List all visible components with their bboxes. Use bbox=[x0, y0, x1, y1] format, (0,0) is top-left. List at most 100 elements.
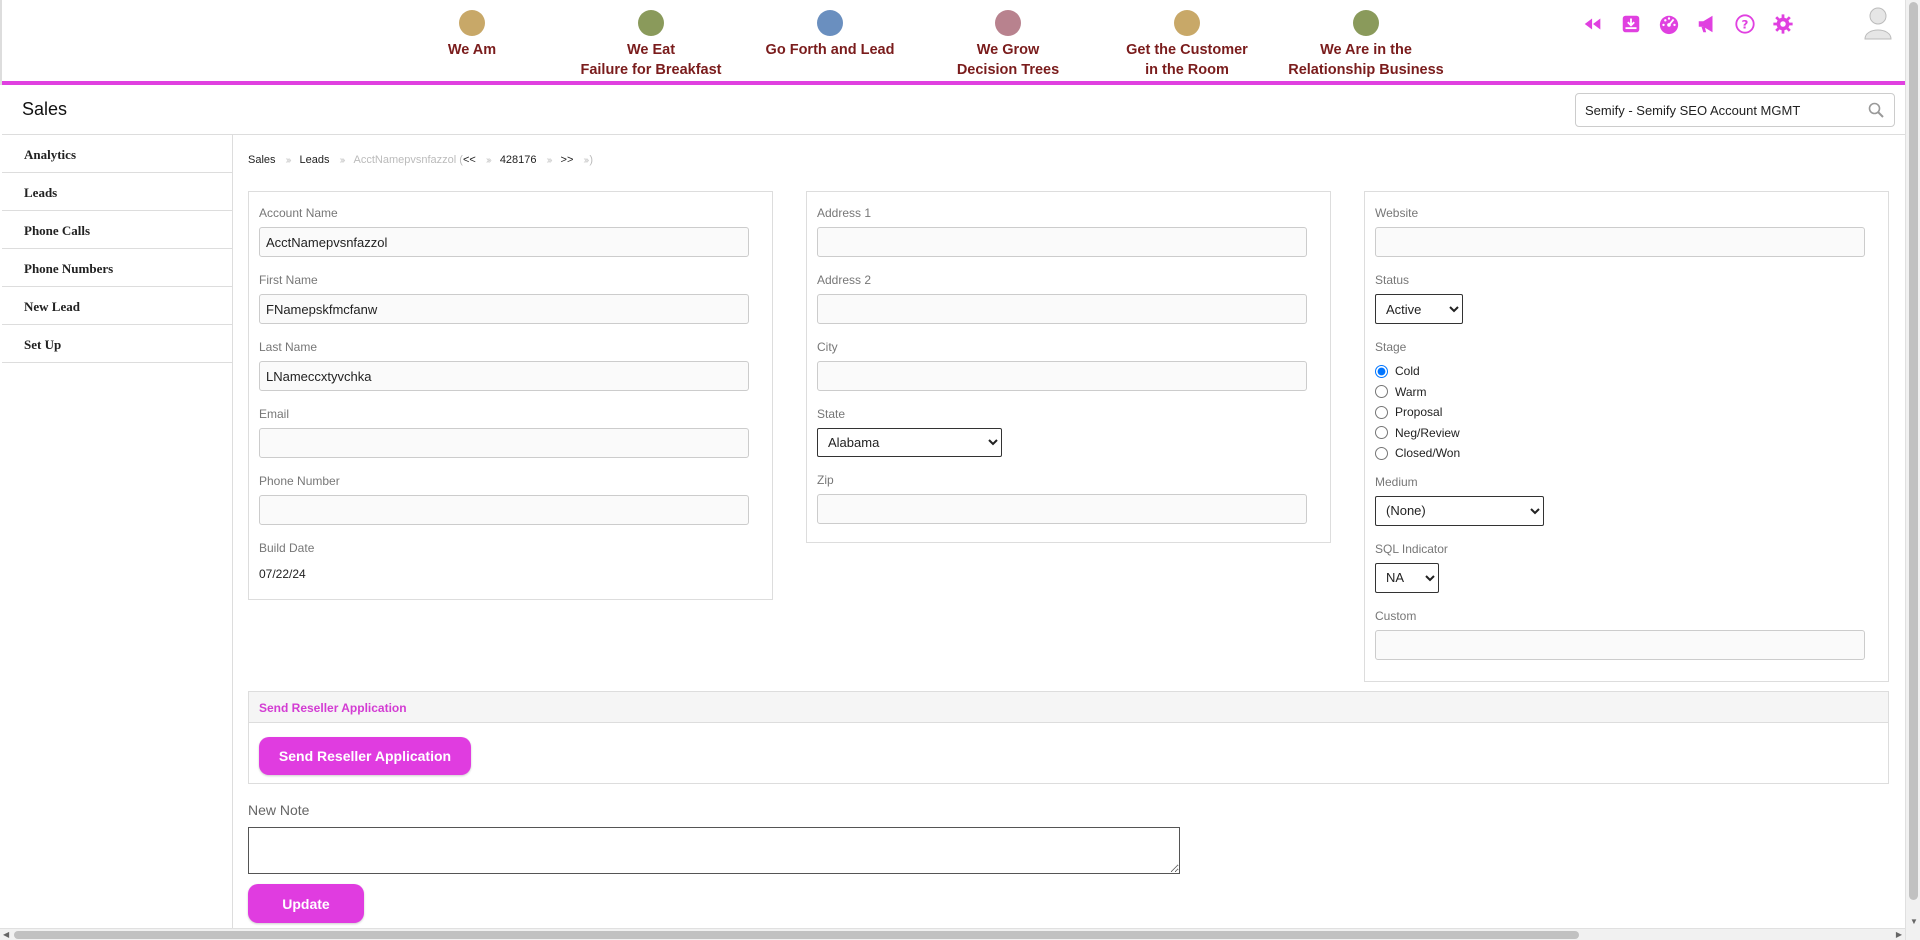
stage-radio-group: Cold Warm Proposal Neg/Review Closed/Won bbox=[1365, 361, 1888, 464]
status-select[interactable]: Active bbox=[1375, 294, 1463, 324]
nav-go-forth[interactable]: Go Forth and Lead bbox=[740, 10, 920, 60]
build-date-value: 07/22/24 bbox=[259, 567, 306, 581]
address2-label: Address 2 bbox=[817, 273, 872, 287]
account-search[interactable] bbox=[1575, 93, 1895, 127]
stage-cold-radio[interactable] bbox=[1375, 364, 1388, 378]
last-name-input[interactable] bbox=[259, 361, 749, 391]
toolbar-icons: ? bbox=[1581, 12, 1795, 36]
breadcrumb-separator-icon: ››› bbox=[583, 154, 589, 166]
rewind-icon[interactable] bbox=[1581, 12, 1605, 36]
state-label: State bbox=[817, 407, 846, 421]
nav-dot-icon bbox=[459, 10, 485, 36]
breadcrumb-prev[interactable]: << bbox=[463, 154, 476, 166]
stage-neg-review[interactable]: Neg/Review bbox=[1375, 423, 1888, 444]
reseller-heading: Send Reseller Application bbox=[249, 692, 1888, 723]
breadcrumb-next[interactable]: >> bbox=[561, 154, 574, 166]
stage-proposal-radio[interactable] bbox=[1375, 405, 1388, 419]
stage-cold[interactable]: Cold bbox=[1375, 361, 1888, 382]
sidebar-item-new-lead[interactable]: New Lead bbox=[2, 287, 232, 325]
sidebar-item-phone-numbers[interactable]: Phone Numbers bbox=[2, 249, 232, 287]
dashboard-icon[interactable] bbox=[1657, 12, 1681, 36]
nav-we-eat[interactable]: We Eat Failure for Breakfast bbox=[561, 10, 741, 80]
user-avatar-icon[interactable] bbox=[1863, 6, 1893, 40]
city-input[interactable] bbox=[817, 361, 1307, 391]
address2-input[interactable] bbox=[817, 294, 1307, 324]
account-name-label: Account Name bbox=[259, 206, 338, 220]
breadcrumb-separator-icon: ››› bbox=[339, 154, 346, 166]
last-name-label: Last Name bbox=[259, 340, 318, 354]
nav-relationship[interactable]: We Are in the Relationship Business bbox=[1276, 10, 1456, 80]
sidebar-item-phone-calls[interactable]: Phone Calls bbox=[2, 211, 232, 249]
horizontal-scrollbar-thumb[interactable] bbox=[14, 931, 1579, 939]
sidebar-item-set-up[interactable]: Set Up bbox=[2, 325, 232, 363]
send-reseller-application-button[interactable]: Send Reseller Application bbox=[259, 737, 471, 775]
account-search-input[interactable] bbox=[1576, 94, 1846, 126]
horizontal-scrollbar[interactable]: ◀ ▶ bbox=[0, 928, 1905, 940]
stage-option-label: Warm bbox=[1395, 384, 1427, 399]
svg-text:?: ? bbox=[1742, 18, 1749, 32]
breadcrumb-sales[interactable]: Sales bbox=[248, 154, 276, 166]
breadcrumb-leads[interactable]: Leads bbox=[300, 154, 330, 166]
state-select[interactable]: Alabama bbox=[817, 428, 1002, 457]
gear-icon[interactable] bbox=[1771, 12, 1795, 36]
stage-closed-won[interactable]: Closed/Won bbox=[1375, 443, 1888, 464]
scroll-down-arrow-icon[interactable]: ▼ bbox=[1910, 917, 1918, 926]
website-label: Website bbox=[1375, 206, 1419, 220]
breadcrumb-separator-icon: ››› bbox=[285, 154, 292, 166]
medium-select[interactable]: (None) bbox=[1375, 495, 1544, 526]
sidebar-item-analytics[interactable]: Analytics bbox=[2, 135, 232, 173]
scroll-right-arrow-icon[interactable]: ▶ bbox=[1896, 930, 1902, 939]
help-icon[interactable]: ? bbox=[1733, 12, 1757, 36]
stage-proposal[interactable]: Proposal bbox=[1375, 402, 1888, 423]
first-name-input[interactable] bbox=[259, 294, 749, 324]
custom-label: Custom bbox=[1375, 608, 1417, 623]
sql-indicator-label: SQL Indicator bbox=[1375, 541, 1448, 556]
vertical-scrollbar[interactable]: ▼ bbox=[1905, 0, 1920, 940]
stage-label: Stage bbox=[1375, 340, 1407, 354]
status-label: Status bbox=[1375, 273, 1410, 287]
nav-get-customer[interactable]: Get the Customer in the Room bbox=[1097, 10, 1277, 80]
phone-number-input[interactable] bbox=[259, 495, 749, 525]
stage-option-label: Proposal bbox=[1395, 405, 1443, 420]
address1-input[interactable] bbox=[817, 227, 1307, 257]
zip-label: Zip bbox=[817, 473, 834, 487]
phone-number-label: Phone Number bbox=[259, 474, 340, 488]
nav-we-am[interactable]: We Am bbox=[382, 10, 562, 60]
website-input[interactable] bbox=[1375, 227, 1865, 257]
stage-closed-won-radio[interactable] bbox=[1375, 446, 1388, 460]
sidebar: Analytics Leads Phone Calls Phone Number… bbox=[2, 135, 233, 930]
sql-indicator-select[interactable]: NA bbox=[1375, 562, 1439, 593]
account-name-input[interactable] bbox=[259, 227, 749, 257]
email-field[interactable] bbox=[259, 428, 749, 458]
page-title: Sales bbox=[22, 99, 68, 119]
nav-dot-icon bbox=[1353, 10, 1379, 36]
stage-warm[interactable]: Warm bbox=[1375, 382, 1888, 403]
zip-input[interactable] bbox=[817, 494, 1307, 524]
stage-neg-review-radio[interactable] bbox=[1375, 426, 1388, 440]
scroll-left-arrow-icon[interactable]: ◀ bbox=[3, 930, 9, 939]
megaphone-icon[interactable] bbox=[1695, 12, 1719, 36]
nav-we-grow[interactable]: We Grow Decision Trees bbox=[918, 10, 1098, 80]
breadcrumb-account: AcctNamepvsnfazzol ( bbox=[353, 154, 463, 166]
nav-dot-icon bbox=[817, 10, 843, 36]
nav-label: Get the Customer in the Room bbox=[1126, 42, 1248, 78]
medium-label: Medium bbox=[1375, 474, 1418, 489]
nav-label: We Are in the Relationship Business bbox=[1288, 42, 1444, 78]
nav-label: We Eat Failure for Breakfast bbox=[580, 42, 722, 78]
search-icon[interactable] bbox=[1868, 102, 1884, 118]
top-nav-bar: We Am We Eat Failure for Breakfast Go Fo… bbox=[0, 0, 1905, 85]
nav-dot-icon bbox=[995, 10, 1021, 36]
address-panel: Address 1 Address 2 City State Alabama Z… bbox=[806, 191, 1331, 543]
download-icon[interactable] bbox=[1619, 12, 1643, 36]
reseller-section: Send Reseller Application Send Reseller … bbox=[248, 691, 1889, 784]
first-name-label: First Name bbox=[259, 273, 318, 287]
update-button[interactable]: Update bbox=[248, 884, 364, 923]
sidebar-item-leads[interactable]: Leads bbox=[2, 173, 232, 211]
vertical-scrollbar-thumb[interactable] bbox=[1909, 2, 1918, 900]
city-label: City bbox=[817, 340, 838, 354]
nav-dot-icon bbox=[638, 10, 664, 36]
new-note-textarea[interactable] bbox=[248, 827, 1180, 874]
stage-warm-radio[interactable] bbox=[1375, 385, 1388, 399]
custom-input[interactable] bbox=[1375, 629, 1865, 660]
nav-label: We Am bbox=[447, 42, 497, 58]
